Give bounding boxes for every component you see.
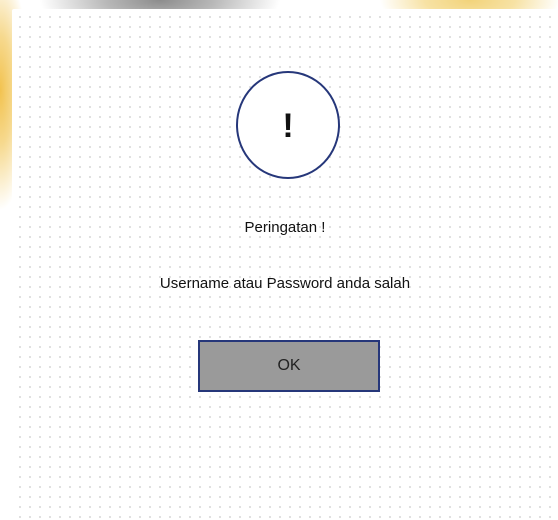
- dialog-title: Peringatan !: [244, 219, 326, 236]
- exclamation-glyph: !: [282, 107, 294, 145]
- warning-dialog: ! Peringatan ! Username atau Password an…: [12, 9, 558, 520]
- ok-button[interactable]: OK: [198, 340, 380, 392]
- exclamation-circle-icon: !: [236, 71, 340, 179]
- error-message: Username atau Password anda salah: [159, 275, 411, 292]
- screen: ! Peringatan ! Username atau Password an…: [0, 0, 558, 520]
